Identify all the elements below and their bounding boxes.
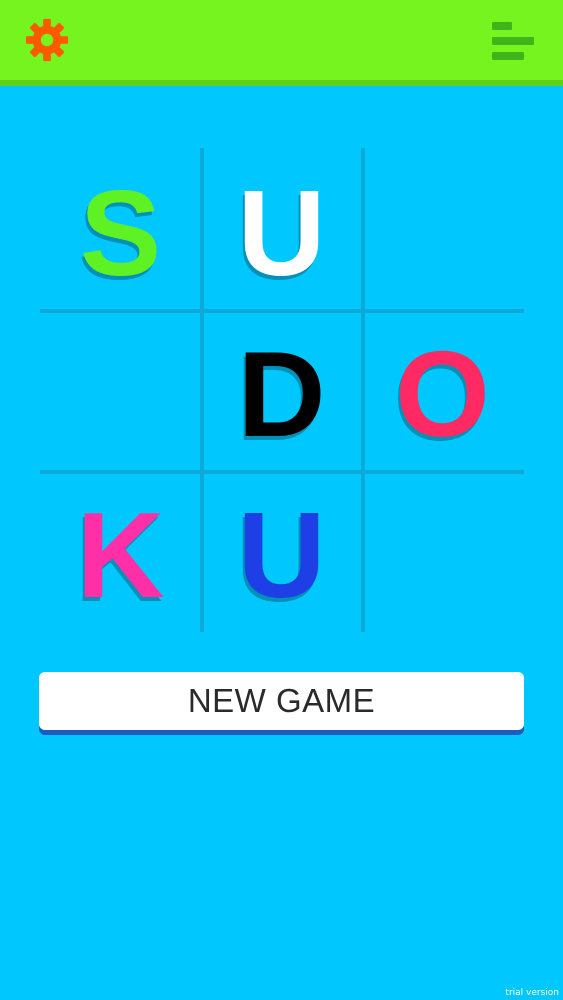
gear-icon[interactable]	[24, 17, 70, 63]
sudoku-title-grid: S U D O K U	[40, 148, 524, 632]
title-cell: S	[40, 148, 201, 309]
title-cell: U	[201, 470, 362, 631]
top-bar	[0, 0, 563, 86]
title-cell	[362, 148, 523, 309]
title-cell: O	[362, 309, 523, 470]
title-cell	[40, 309, 201, 470]
title-letter: D	[237, 325, 326, 462]
title-cell: K	[40, 470, 201, 631]
title-letter: S	[79, 164, 162, 301]
title-cell: D	[201, 309, 362, 470]
watermark-text: trial version	[505, 988, 559, 998]
title-letter: O	[395, 325, 490, 462]
title-letter: U	[237, 486, 326, 623]
title-letter: K	[76, 486, 165, 623]
title-cell: U	[201, 148, 362, 309]
new-game-button[interactable]: NEW GAME	[39, 672, 524, 730]
title-letter: U	[237, 164, 326, 301]
leaderboard-icon[interactable]	[492, 20, 534, 62]
title-cell	[362, 470, 523, 631]
